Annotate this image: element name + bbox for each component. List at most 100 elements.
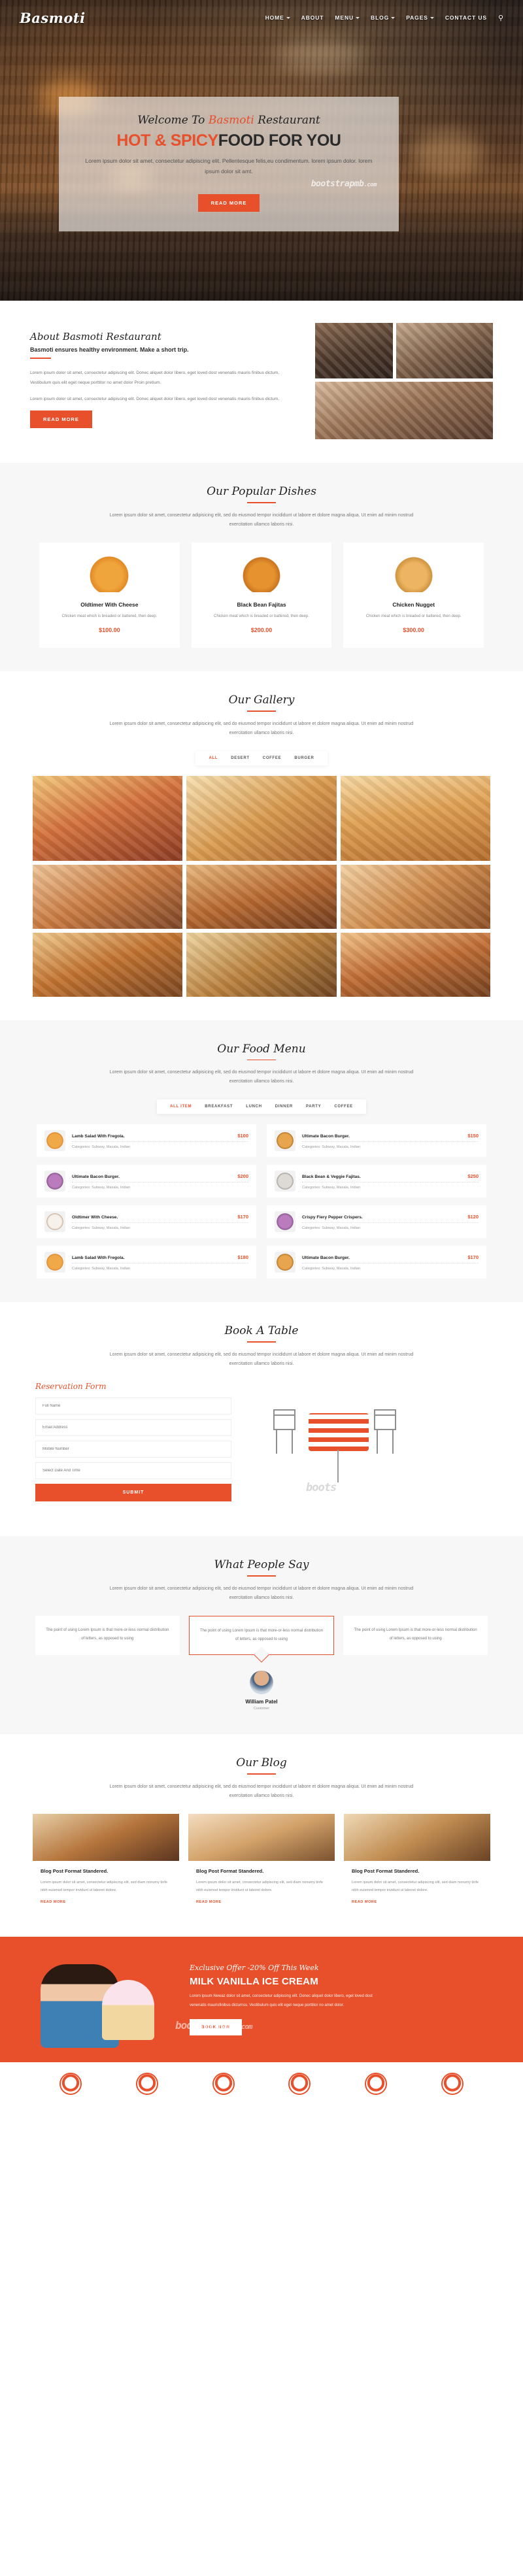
chair-right <box>374 1409 401 1458</box>
full-name-input[interactable] <box>35 1397 231 1414</box>
nav-item-home[interactable]: HOME <box>265 14 290 21</box>
hero-watermark: bootstrapmb.com <box>78 179 377 189</box>
nav-label: ABOUT <box>301 14 324 21</box>
gallery-item[interactable] <box>33 864 183 929</box>
menu-item[interactable]: Black Bean & Veggie Fajitas. $250 Catego… <box>267 1165 486 1198</box>
nav-item-pages[interactable]: PAGES <box>406 14 434 21</box>
search-icon[interactable]: ⚲ <box>498 14 503 22</box>
menu-item[interactable]: Crispy Fiery Pepper Crispers. $120 Categ… <box>267 1205 486 1239</box>
menu-item[interactable]: Oldtimer With Cheese. $170 Categories: S… <box>37 1205 256 1239</box>
tab-dinner[interactable]: DINNER <box>275 1105 293 1109</box>
nav-item-menu[interactable]: MENU <box>335 14 360 21</box>
gallery-item[interactable] <box>33 775 183 861</box>
testimonial-person: William Patel Customer <box>0 1670 523 1711</box>
mobile-number-input[interactable] <box>35 1440 231 1458</box>
gallery-item[interactable] <box>340 775 490 861</box>
about-paragraph-2: Lorem ipsum dolor sit amet, consectetur … <box>30 397 280 402</box>
promo-image <box>29 1951 173 2049</box>
gallery-item[interactable] <box>186 775 337 861</box>
menu-item-categories: Categories: Subway, Masala, Indian <box>72 1185 131 1190</box>
testimonial-name: William Patel <box>245 1698 278 1705</box>
watermark-tld: .com <box>363 182 377 189</box>
dish-name: Chicken Nugget <box>392 601 435 608</box>
hero-light-glow <box>412 131 484 176</box>
food-menu-subtitle: Lorem ipsum dolor sit amet, consectetur … <box>109 1070 414 1084</box>
food-menu-tabs: ALL ITEM BREAKFAST LUNCH DINNER PARTY CO… <box>0 1099 523 1114</box>
hero-welcome-pre: Welcome To <box>137 114 209 127</box>
dish-price: $300.00 <box>403 627 424 634</box>
about-title: About Basmoti Restaurant <box>30 331 161 343</box>
section-divider <box>247 711 276 712</box>
gallery-filter-all[interactable]: ALL <box>209 756 218 760</box>
dish-image <box>389 555 438 592</box>
tab-lunch[interactable]: LUNCH <box>246 1105 262 1109</box>
tab-coffee[interactable]: COFFEE <box>334 1105 353 1109</box>
section-divider <box>247 1575 276 1577</box>
menu-item-name: Ultimate Bacon Burger. <box>302 1255 350 1260</box>
nav-item-blog[interactable]: BLOG <box>371 14 396 21</box>
blog-read-more-link[interactable]: READ MORE <box>41 1900 171 1904</box>
blog-post-title: Blog Post Format Standered. <box>41 1867 109 1874</box>
promo-paragraph: Lorem ipsum Newaz dolor sit amet, consec… <box>190 1994 373 2007</box>
section-divider <box>247 1773 276 1775</box>
testimonial-card-active[interactable]: The point of using Lorem Ipsum is that m… <box>188 1615 335 1655</box>
blog-card[interactable]: Blog Post Format Standered. Lorem ipsum … <box>33 1813 179 1914</box>
site-logo[interactable]: Basmoti <box>20 10 86 26</box>
dish-description: Chicken meat which is breaded or battere… <box>61 614 158 618</box>
hero-read-more-button[interactable]: READ MORE <box>197 194 260 212</box>
menu-item-categories: Categories: Subway, Masala, Indian <box>302 1266 361 1271</box>
about-photo-couple <box>396 323 493 378</box>
menu-item[interactable]: Lamb Salad With Fregola. $100 Categories… <box>37 1124 256 1158</box>
menu-item[interactable]: Ultimate Bacon Burger. $150 Categories: … <box>267 1124 486 1158</box>
testimonials-title: What People Say <box>214 1558 309 1571</box>
menu-item-name: Ultimate Bacon Burger. <box>72 1174 120 1179</box>
menu-item-price: $170 <box>467 1254 479 1260</box>
hero-welcome-brand: Basmoti <box>208 114 254 127</box>
gallery-item[interactable] <box>340 932 490 997</box>
testimonial-card[interactable]: The point of using Lorem Ipsum is that m… <box>343 1615 488 1655</box>
tab-all-item[interactable]: ALL ITEM <box>170 1105 192 1109</box>
blog-read-more-link[interactable]: READ MORE <box>352 1900 482 1904</box>
blog-read-more-link[interactable]: READ MORE <box>196 1900 327 1904</box>
about-photo-chef <box>315 323 393 378</box>
about-photo-interior <box>315 382 493 439</box>
date-time-input[interactable] <box>35 1462 231 1479</box>
gallery-item[interactable] <box>186 932 337 997</box>
gallery-item[interactable] <box>340 864 490 929</box>
dish-card[interactable]: Chicken Nugget Chicken meat which is bre… <box>343 542 484 648</box>
menu-item[interactable]: Ultimate Bacon Burger. $200 Categories: … <box>37 1165 256 1198</box>
blog-card[interactable]: Blog Post Format Standered. Lorem ipsum … <box>344 1813 490 1914</box>
gallery-filters: ALL DESERT COFFEE BURGER <box>0 750 523 765</box>
gallery-filter-burger[interactable]: BURGER <box>294 756 314 760</box>
menu-item[interactable]: Ultimate Bacon Burger. $170 Categories: … <box>267 1246 486 1279</box>
email-address-input[interactable] <box>35 1418 231 1436</box>
menu-item-image <box>275 1130 295 1152</box>
gallery-item[interactable] <box>33 932 183 997</box>
chevron-down-icon <box>430 16 434 19</box>
dish-card[interactable]: Oldtimer With Cheese Chicken meat which … <box>39 542 180 648</box>
gallery-item[interactable] <box>186 864 337 929</box>
section-divider <box>247 502 276 503</box>
chair-left <box>273 1409 301 1458</box>
gallery-filter-coffee[interactable]: COFFEE <box>263 756 282 760</box>
hero-light-glow <box>275 39 366 72</box>
menu-item[interactable]: Lamb Salad With Fregola. $180 Categories… <box>37 1246 256 1279</box>
food-menu-grid: Lamb Salad With Fregola. $100 Categories… <box>0 1124 523 1279</box>
testimonials-row: The point of using Lorem Ipsum is that m… <box>0 1615 523 1655</box>
menu-item-price: $180 <box>237 1254 248 1260</box>
watermark-text: bootstrapmb <box>175 2018 238 2032</box>
submit-button[interactable]: SUBMIT <box>35 1483 231 1501</box>
chevron-down-icon <box>356 16 360 19</box>
dish-card[interactable]: Black Bean Fajitas Chicken meat which is… <box>191 542 332 648</box>
blog-grid: Blog Post Format Standered. Lorem ipsum … <box>0 1813 523 1914</box>
blog-card[interactable]: Blog Post Format Standered. Lorem ipsum … <box>188 1813 335 1914</box>
menu-item-categories: Categories: Subway, Masala, Indian <box>302 1145 361 1149</box>
tab-breakfast[interactable]: BREAKFAST <box>205 1105 233 1109</box>
testimonial-card[interactable]: The point of using Lorem Ipsum is that m… <box>35 1615 180 1655</box>
nav-item-contact-us[interactable]: CONTACT US <box>445 14 487 21</box>
gallery-filter-desert[interactable]: DESERT <box>231 756 250 760</box>
hero-headline-rest: FOOD FOR YOU <box>218 131 341 150</box>
tab-party[interactable]: PARTY <box>306 1105 321 1109</box>
nav-item-about[interactable]: ABOUT <box>301 14 324 21</box>
about-read-more-button[interactable]: READ MORE <box>30 410 92 429</box>
